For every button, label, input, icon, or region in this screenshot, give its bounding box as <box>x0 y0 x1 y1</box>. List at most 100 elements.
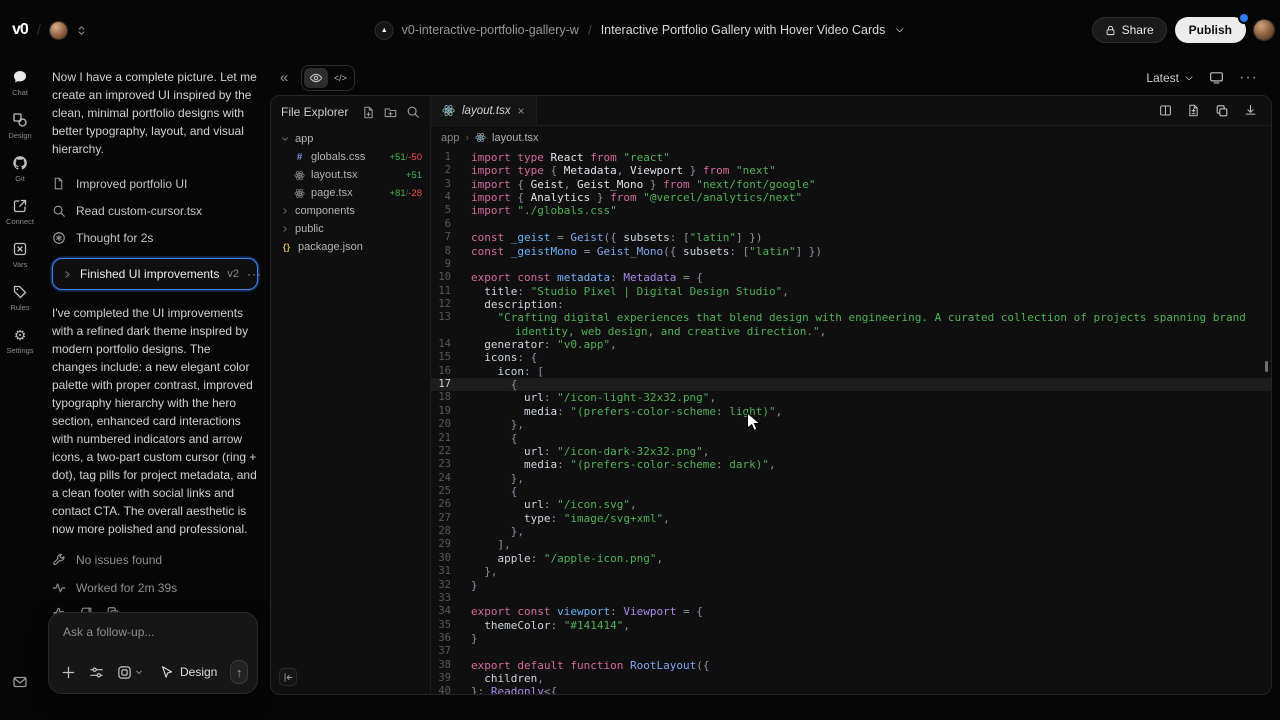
followup-input[interactable]: Ask a follow-up... <box>63 625 245 639</box>
rail-item-rules[interactable]: Rules <box>10 283 29 312</box>
view-toggle: </> <box>301 65 355 91</box>
status-rows: No issues foundWorked for 2m 39s <box>52 546 258 602</box>
scrollbar-thumb[interactable] <box>1265 361 1268 372</box>
rail-item-vars[interactable]: Vars <box>12 240 29 269</box>
new-file-icon[interactable] <box>362 106 375 119</box>
version-dropdown[interactable]: Latest <box>1146 71 1194 85</box>
line-number: 6 <box>431 218 461 231</box>
line-content: generator: "v0.app", <box>461 338 1271 351</box>
line-number: 30 <box>431 552 461 565</box>
rail-item-label: Vars <box>13 260 28 269</box>
chevron-down-icon <box>1184 73 1194 83</box>
line-content: import type { Metadata, Viewport } from … <box>461 164 1271 177</box>
code-line-40: 40}: Readonly<{ <box>431 685 1271 694</box>
rail-item-settings[interactable]: ⚙Settings <box>6 326 33 355</box>
line-content: } <box>461 632 1271 645</box>
tab-layout-tsx[interactable]: layout.tsx × <box>431 96 537 125</box>
preview-toggle[interactable] <box>304 68 328 88</box>
code-line-20: 20 }, <box>431 418 1271 431</box>
more-icon[interactable]: ··· <box>1239 69 1258 87</box>
line-number: 35 <box>431 619 461 632</box>
rail-item-label: Git <box>15 174 25 183</box>
design-mode-chip[interactable]: Design <box>160 665 217 679</box>
line-number: 24 <box>431 472 461 485</box>
tree-item-name: package.json <box>298 241 363 253</box>
collapse-explorer-icon[interactable] <box>279 668 297 686</box>
line-content: icon: [ <box>461 365 1271 378</box>
vercel-triangle-icon[interactable]: ▲ <box>376 22 393 39</box>
search-icon[interactable] <box>406 105 420 119</box>
code-toggle[interactable]: </> <box>328 68 352 88</box>
code-area[interactable]: 1import type React from "react"2import t… <box>431 149 1271 694</box>
notification-dot <box>1240 14 1248 22</box>
code-line-6: 6 <box>431 218 1271 231</box>
rail-item-chat[interactable]: Chat <box>12 68 29 97</box>
file-explorer: File Explorer app#globals.css+51/-50layo… <box>271 96 431 694</box>
pointer-icon <box>160 665 174 679</box>
new-folder-icon[interactable] <box>384 106 397 119</box>
chat-step-thought-for-2s[interactable]: Thought for 2s <box>52 224 258 251</box>
task-card[interactable]: Finished UI improvements v2 ··· <box>52 258 258 290</box>
more-icon[interactable]: ··· <box>247 267 262 281</box>
chat-step-read-custom-cursor-tsx[interactable]: Read custom-cursor.tsx <box>52 197 258 224</box>
tree-item-name: app <box>295 133 313 145</box>
rail-item-git[interactable]: Git <box>12 154 29 183</box>
code-line-2: 2import type { Metadata, Viewport } from… <box>431 164 1271 177</box>
line-content <box>461 645 1271 658</box>
line-number: 19 <box>431 405 461 418</box>
user-avatar[interactable] <box>1254 20 1274 40</box>
tree-folder-app[interactable]: app <box>271 130 430 148</box>
monitor-icon[interactable] <box>1209 70 1224 85</box>
line-content: }, <box>461 418 1271 431</box>
chevron-down-icon[interactable] <box>894 25 904 35</box>
tree-folder-components[interactable]: components <box>271 202 430 220</box>
editor-tabbar: layout.tsx × <box>431 96 1271 126</box>
tree-item-name: globals.css <box>311 151 365 163</box>
tree-file-globals-css[interactable]: #globals.css+51/-50 <box>271 148 430 166</box>
code-line-5: 5import "./globals.css" <box>431 204 1271 217</box>
code-line-37: 37 <box>431 645 1271 658</box>
frame-select[interactable] <box>117 665 143 680</box>
tree-folder-public[interactable]: public <box>271 220 430 238</box>
chat-title[interactable]: Interactive Portfolio Gallery with Hover… <box>601 23 886 37</box>
close-icon[interactable]: × <box>518 104 525 118</box>
publish-button[interactable]: Publish <box>1175 17 1246 43</box>
left-rail: Chat Design Git Connect Vars Rules ⚙Settings <box>0 60 40 720</box>
chat-step-improved-portfolio-ui[interactable]: Improved portfolio UI <box>52 170 258 197</box>
gear-icon: ⚙ <box>11 326 28 343</box>
collapse-panel-icon[interactable]: « <box>280 70 288 85</box>
line-number: 13 <box>431 311 461 338</box>
code-line-8: 8const _geistMono = Geist_Mono({ subsets… <box>431 245 1271 258</box>
switcher-chevrons-icon[interactable] <box>76 24 87 37</box>
v0-logo[interactable]: v0 <box>12 21 28 39</box>
attach-plus-icon[interactable] <box>61 665 76 680</box>
copy-icon[interactable] <box>1215 104 1229 118</box>
line-number: 22 <box>431 445 461 458</box>
code-line-28: 28 }, <box>431 525 1271 538</box>
team-avatar[interactable] <box>50 22 67 39</box>
file-diff-icon[interactable] <box>1187 104 1200 117</box>
line-content: children, <box>461 672 1271 685</box>
tree-file-layout-tsx[interactable]: layout.tsx+51 <box>271 166 430 184</box>
split-view-icon[interactable] <box>1159 104 1172 117</box>
chevron-right-icon[interactable] <box>63 270 72 279</box>
line-number: 21 <box>431 432 461 445</box>
code-line-7: 7const _geist = Geist({ subsets: ["latin… <box>431 231 1271 244</box>
code-line-32: 32} <box>431 579 1271 592</box>
share-button[interactable]: Share <box>1092 17 1167 43</box>
mail-icon[interactable] <box>12 674 28 690</box>
step-label: Thought for 2s <box>76 231 153 245</box>
chat-panel: Now I have a complete picture. Let me cr… <box>40 60 268 720</box>
sliders-icon[interactable] <box>89 665 104 680</box>
rail-item-design[interactable]: Design <box>8 111 31 140</box>
line-number: 39 <box>431 672 461 685</box>
header-actions: Share Publish <box>1092 0 1274 60</box>
project-name[interactable]: v0-interactive-portfolio-gallery-w <box>402 23 579 37</box>
download-icon[interactable] <box>1244 104 1257 117</box>
send-button[interactable]: ↑ <box>230 660 248 684</box>
tree-file-page-tsx[interactable]: page.tsx+81/-28 <box>271 184 430 202</box>
diff-stats: +81/-28 <box>390 188 423 199</box>
tree-file-package-json[interactable]: {}package.json <box>271 238 430 256</box>
rail-item-connect[interactable]: Connect <box>6 197 34 226</box>
rail-item-label: Chat <box>12 88 28 97</box>
